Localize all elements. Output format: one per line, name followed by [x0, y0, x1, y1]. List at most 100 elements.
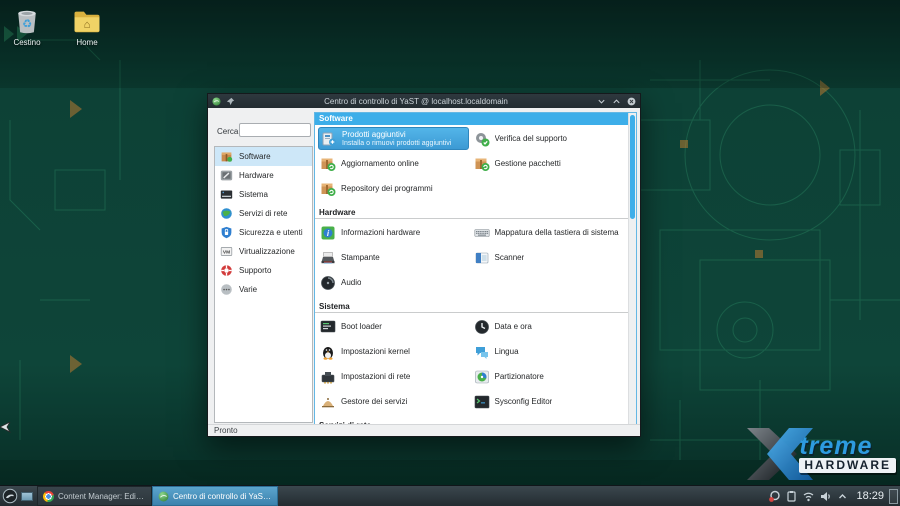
clock[interactable]: 18:29: [856, 490, 884, 502]
module-label: Repository dei programmi: [341, 184, 433, 193]
module-label: Audio: [341, 278, 361, 287]
repositories-icon: [320, 181, 336, 197]
module-impostazioni-di-rete[interactable]: Impostazioni di rete: [318, 369, 472, 385]
window-titlebar[interactable]: Centro di controllo di YaST @ localhost.…: [208, 94, 640, 108]
module-informazioni-hardware[interactable]: iInformazioni hardware: [318, 225, 472, 241]
tray-icons: [768, 490, 849, 503]
clock-icon: [474, 319, 490, 335]
module-boot-loader[interactable]: Boot loader: [318, 319, 472, 335]
language-icon: [474, 344, 490, 360]
task-label: Content Manager: Edit Article - Xtr...: [58, 492, 146, 501]
task-label: Centro di controllo di YaST @ local...: [173, 492, 272, 501]
svg-text:VM: VM: [223, 250, 230, 256]
module-label: Mappatura della tastiera di sistema: [495, 228, 619, 237]
category-list: Software Hardware Sistema Servizi di rete Si…: [214, 146, 313, 423]
modules-panel: SoftwareProdotti aggiuntiviInstalla o ri…: [314, 112, 637, 428]
svg-text:♻: ♻: [22, 18, 32, 30]
window-body: Cerca Software Hardware Sistema Servizi di …: [208, 108, 640, 436]
software-icon: [220, 150, 233, 163]
sidebar-item-label: Sicurezza e utenti: [239, 228, 303, 237]
search-input[interactable]: [239, 123, 311, 137]
scrollbar[interactable]: [628, 113, 636, 427]
desktop-icon-label: Home: [76, 38, 97, 47]
sidebar-item-label: Varie: [239, 285, 257, 294]
watermark-treme-text: treme: [799, 434, 872, 458]
module-label: Aggiornamento online: [341, 159, 419, 168]
sidebar-item-sicurezza-e-utenti[interactable]: Sicurezza e utenti: [215, 223, 312, 242]
xtreme-hardware-logo: treme HARDWARE: [747, 428, 896, 480]
sidebar-item-label: Sistema: [239, 190, 268, 199]
sidebar-item-label: Software: [239, 152, 271, 161]
module-label: Impostazioni di rete: [341, 372, 410, 381]
network-services-icon: [220, 207, 233, 220]
sidebar-item-virtualizzazione[interactable]: VM Virtualizzazione: [215, 242, 312, 261]
module-audio[interactable]: Audio: [318, 275, 472, 291]
module-mappatura-della-tastiera-di-sistema[interactable]: Mappatura della tastiera di sistema: [472, 225, 626, 241]
module-stampante[interactable]: Stampante: [318, 250, 472, 266]
svg-text:⌂: ⌂: [84, 19, 91, 31]
sidebar-item-label: Hardware: [239, 171, 274, 180]
desktop-icon-cestino[interactable]: ♻ Cestino: [2, 6, 52, 47]
search-label: Cerca: [217, 127, 238, 136]
maximize-button[interactable]: [612, 97, 621, 106]
module-lingua[interactable]: Lingua: [472, 344, 626, 360]
sidebar-item-varie[interactable]: Varie: [215, 280, 312, 299]
tray-expand-icon[interactable]: [836, 490, 849, 503]
module-verifica-del-supporto[interactable]: Verifica del supporto: [472, 131, 626, 147]
module-gestione-pacchetti[interactable]: Gestione pacchetti: [472, 156, 626, 172]
module-repository-dei-programmi[interactable]: Repository dei programmi: [318, 181, 472, 197]
close-button[interactable]: [627, 97, 636, 106]
module-label: Stampante: [341, 253, 380, 262]
desktop: ♻ Cestino ⌂ Home treme HARDWARE Centro di c…: [0, 0, 900, 506]
sidebar-item-supporto[interactable]: Supporto: [215, 261, 312, 280]
system-tray: 18:29: [768, 486, 884, 506]
desktop-icon-label: Cestino: [13, 38, 40, 47]
system-icon: [220, 188, 233, 201]
module-grid: Boot loaderData e ora Impostazioni kernel…: [315, 313, 628, 414]
module-gestore-dei-servizi[interactable]: Gestore dei servizi: [318, 394, 472, 410]
taskbar-task-content-manager-edit-article-xtr[interactable]: Content Manager: Edit Article - Xtr...: [37, 486, 152, 506]
module-label: Impostazioni kernel: [341, 347, 410, 356]
trash-icon: ♻: [12, 6, 42, 36]
show-desktop-button[interactable]: [889, 489, 898, 504]
module-label: Prodotti aggiuntivi: [342, 130, 451, 139]
wifi-icon[interactable]: [802, 490, 815, 503]
sidebar-item-software[interactable]: Software: [215, 147, 312, 166]
taskbar-task-centro-di-controllo-di-yast-local[interactable]: Centro di controllo di YaST @ local...: [152, 486, 278, 506]
clipboard-icon[interactable]: [785, 490, 798, 503]
yast-icon: [158, 491, 169, 502]
module-aggiornamento-online[interactable]: Aggiornamento online: [318, 156, 472, 172]
module-sysconfig-editor[interactable]: Sysconfig Editor: [472, 394, 626, 410]
task-buttons: Content Manager: Edit Article - Xtr... Ce…: [37, 486, 278, 506]
sysconfig-icon: [474, 394, 490, 410]
volume-icon[interactable]: [819, 490, 832, 503]
sidebar-item-label: Virtualizzazione: [239, 247, 295, 256]
updates-icon[interactable]: [768, 490, 781, 503]
module-partizionatore[interactable]: Partizionatore: [472, 369, 626, 385]
yast-icon: [212, 97, 221, 106]
yast-control-center-window: Centro di controllo di YaST @ localhost.…: [207, 93, 641, 437]
sidebar-item-label: Servizi di rete: [239, 209, 287, 218]
module-data-e-ora[interactable]: Data e ora: [472, 319, 626, 335]
application-launcher-icon[interactable]: [2, 488, 18, 504]
window-title: Centro di controllo di YaST @ localhost.…: [240, 97, 592, 106]
sidebar-item-servizi-di-rete[interactable]: Servizi di rete: [215, 204, 312, 223]
sidebar-item-sistema[interactable]: Sistema: [215, 185, 312, 204]
module-scanner[interactable]: Scanner: [472, 250, 626, 266]
hardware-icon: [220, 169, 233, 182]
module-label: Informazioni hardware: [341, 228, 420, 237]
module-impostazioni-kernel[interactable]: Impostazioni kernel: [318, 344, 472, 360]
module-label: Verifica del supporto: [495, 134, 568, 143]
pin-icon[interactable]: [226, 97, 235, 106]
scrollbar-thumb[interactable]: [630, 115, 635, 219]
section-header-hardware: Hardware: [315, 206, 628, 219]
module-prodotti-aggiuntivi[interactable]: Prodotti aggiuntiviInstalla o rimuovi pr…: [318, 127, 469, 150]
home-folder-icon: ⌂: [72, 6, 102, 36]
addon-products-icon: [321, 131, 337, 147]
sidebar-item-hardware[interactable]: Hardware: [215, 166, 312, 185]
desktop-icon-home[interactable]: ⌂ Home: [62, 6, 112, 47]
module-subtitle: Installa o rimuovi prodotti aggiuntivi: [342, 139, 451, 148]
virtual-desktop-pager[interactable]: [21, 492, 33, 501]
minimize-button[interactable]: [597, 97, 606, 106]
boot-loader-icon: [320, 319, 336, 335]
